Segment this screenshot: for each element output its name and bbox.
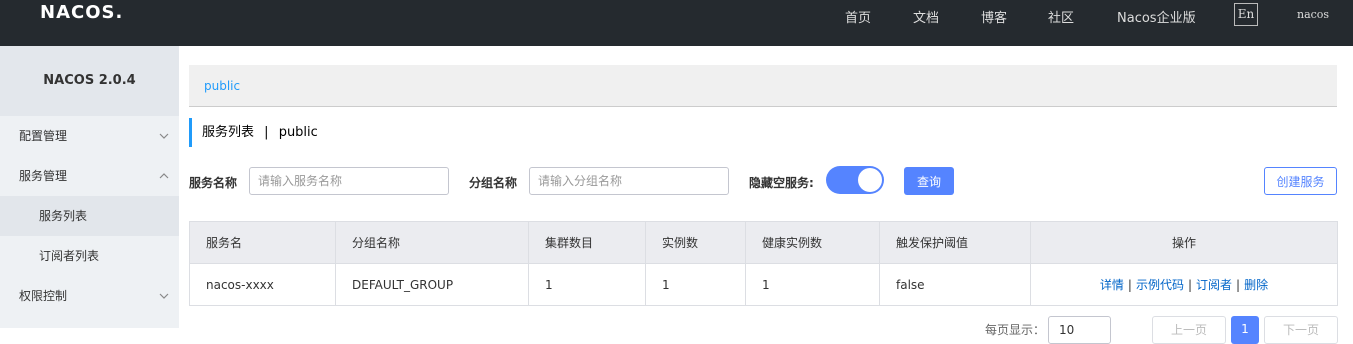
action-separator: | <box>1127 278 1132 292</box>
sidebar: NACOS 2.0.4 配置管理 服务管理 服务列表 订阅者列表 权限控制 <box>0 46 179 328</box>
main-content: public 服务列表 | public 服务名称 分组名称 隐藏空服务: 查询… <box>179 46 1353 344</box>
column-header-instance-count: 实例数 <box>645 221 746 264</box>
page-size-label: 每页显示： <box>985 323 1046 337</box>
sidebar-item-config-management[interactable]: 配置管理 <box>0 116 179 156</box>
page-1-button[interactable]: 1 <box>1231 316 1259 344</box>
chevron-up-icon <box>159 156 169 196</box>
user-menu[interactable]: nacos <box>1297 8 1329 21</box>
column-header-protect-threshold: 触发保护阈值 <box>879 221 1031 264</box>
group-name-input[interactable] <box>529 167 729 195</box>
sidebar-item-label: 订阅者列表 <box>39 249 100 263</box>
table-header-row: 服务名 分组名称 集群数目 实例数 健康实例数 触发保护阈值 操作 <box>189 221 1338 264</box>
top-navbar: NACOS. 首页 文档 博客 社区 Nacos企业版 En nacos <box>0 0 1353 46</box>
sample-code-link[interactable]: 示例代码 <box>1136 278 1184 292</box>
column-header-cluster-count: 集群数目 <box>528 221 646 264</box>
query-button[interactable]: 查询 <box>904 167 954 195</box>
sidebar-item-service-list[interactable]: 服务列表 <box>0 196 179 236</box>
chevron-down-icon <box>159 276 169 316</box>
service-table: 服务名 分组名称 集群数目 实例数 健康实例数 触发保护阈值 操作 nacos-… <box>189 221 1338 306</box>
delete-link[interactable]: 删除 <box>1244 278 1268 292</box>
logo-text: NACOS <box>40 2 116 23</box>
toggle-knob <box>858 168 882 192</box>
cell-healthy-instance-count: 1 <box>745 263 880 306</box>
subscriber-link[interactable]: 订阅者 <box>1196 278 1232 292</box>
language-switch-button[interactable]: En <box>1234 3 1258 26</box>
sidebar-item-label: 权限控制 <box>19 289 68 303</box>
logo-dot: . <box>115 2 124 23</box>
sidebar-version-title: NACOS 2.0.4 <box>0 46 179 116</box>
sidebar-item-label: 配置管理 <box>19 129 68 143</box>
create-service-button[interactable]: 创建服务 <box>1264 167 1337 195</box>
nav-blog[interactable]: 博客 <box>981 7 1007 26</box>
hide-empty-services-label: 隐藏空服务: <box>749 176 814 190</box>
nav-home[interactable]: 首页 <box>845 7 871 26</box>
sidebar-item-subscriber-list[interactable]: 订阅者列表 <box>0 236 179 276</box>
cell-cluster-count: 1 <box>528 263 646 306</box>
service-name-input[interactable] <box>249 167 449 195</box>
page-title-namespace: public <box>278 125 318 140</box>
nacos-logo[interactable]: NACOS. <box>40 2 123 23</box>
service-name-label: 服务名称 <box>189 176 238 190</box>
cell-actions: 详情 | 示例代码 | 订阅者 | 删除 <box>1030 263 1338 306</box>
action-separator: | <box>1236 278 1241 292</box>
prev-page-button[interactable]: 上一页 <box>1152 316 1226 344</box>
page-title-separator: | <box>264 125 269 140</box>
next-page-button[interactable]: 下一页 <box>1264 316 1338 344</box>
chevron-down-icon <box>159 116 169 156</box>
sidebar-item-access-control[interactable]: 权限控制 <box>0 276 179 316</box>
column-header-group-name: 分组名称 <box>335 221 529 264</box>
cell-service-name: nacos-xxxx <box>189 263 336 306</box>
table-row: nacos-xxxx DEFAULT_GROUP 1 1 1 false 详情 |… <box>189 263 1338 306</box>
sidebar-item-label: 服务列表 <box>39 209 88 223</box>
cell-group-name: DEFAULT_GROUP <box>335 263 529 306</box>
page-title-text: 服务列表 <box>202 125 255 140</box>
sidebar-item-label: 服务管理 <box>19 169 68 183</box>
namespace-link-public[interactable]: public <box>204 79 240 93</box>
column-header-service-name: 服务名 <box>189 221 336 264</box>
nav-docs[interactable]: 文档 <box>913 7 939 26</box>
cell-instance-count: 1 <box>645 263 746 306</box>
hide-empty-services-toggle[interactable] <box>826 166 884 194</box>
sidebar-item-service-management[interactable]: 服务管理 <box>0 156 179 196</box>
group-name-label: 分组名称 <box>469 176 518 190</box>
cell-protect-threshold: false <box>879 263 1031 306</box>
nav-community[interactable]: 社区 <box>1048 7 1074 26</box>
namespace-bar: public <box>189 65 1337 107</box>
nav-enterprise[interactable]: Nacos企业版 <box>1117 7 1196 26</box>
detail-link[interactable]: 详情 <box>1100 278 1124 292</box>
column-header-healthy-instance-count: 健康实例数 <box>745 221 880 264</box>
page-size-select[interactable]: 10 <box>1048 316 1111 344</box>
action-separator: | <box>1187 278 1193 292</box>
column-header-actions: 操作 <box>1030 221 1338 264</box>
page-title: 服务列表 | public <box>189 118 318 147</box>
